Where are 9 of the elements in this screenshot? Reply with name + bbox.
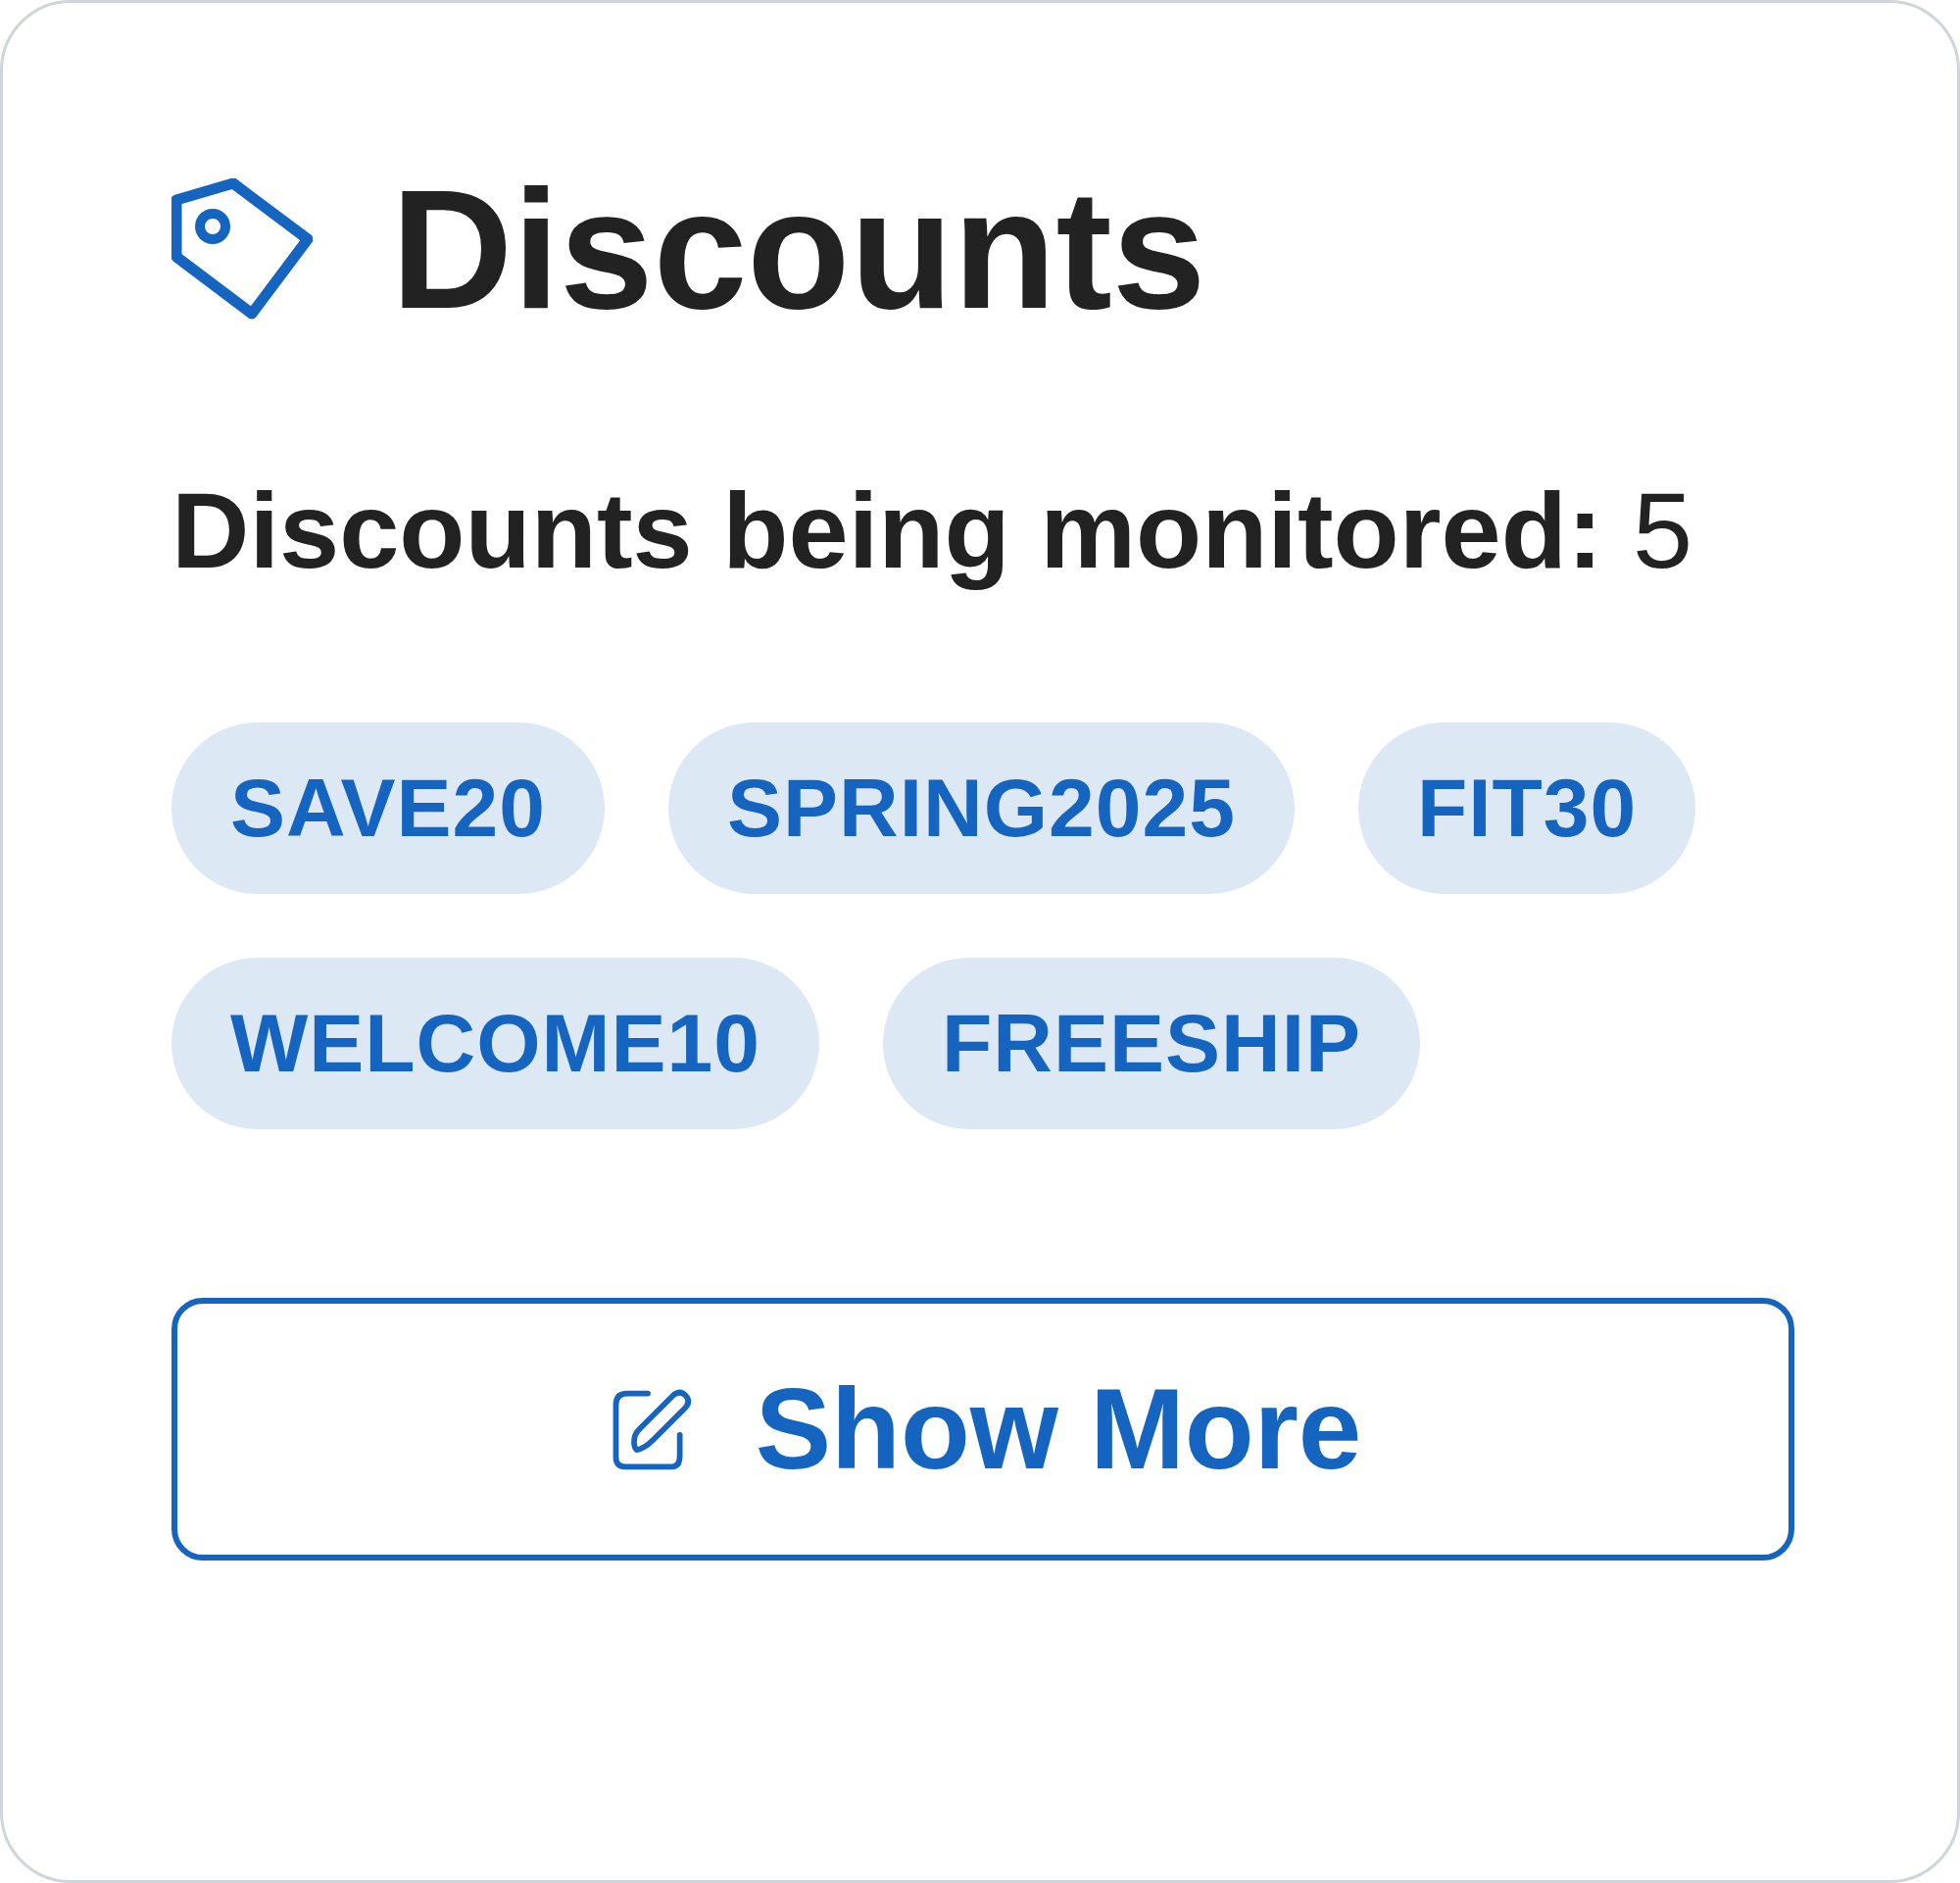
monitored-count: Discounts being monitored: 5 xyxy=(172,469,1694,592)
discount-code-chip: FIT30 xyxy=(1357,722,1696,894)
discount-code-chip: SAVE20 xyxy=(172,722,605,894)
card-title: Discounts xyxy=(391,165,1206,333)
tag-icon xyxy=(172,178,313,320)
discount-code-chip: WELCOME10 xyxy=(172,958,820,1129)
discount-code-chip: SPRING2025 xyxy=(667,722,1295,894)
show-more-button[interactable]: Show More xyxy=(172,1298,1794,1561)
discount-code-chip: FREESHIP xyxy=(883,958,1421,1129)
